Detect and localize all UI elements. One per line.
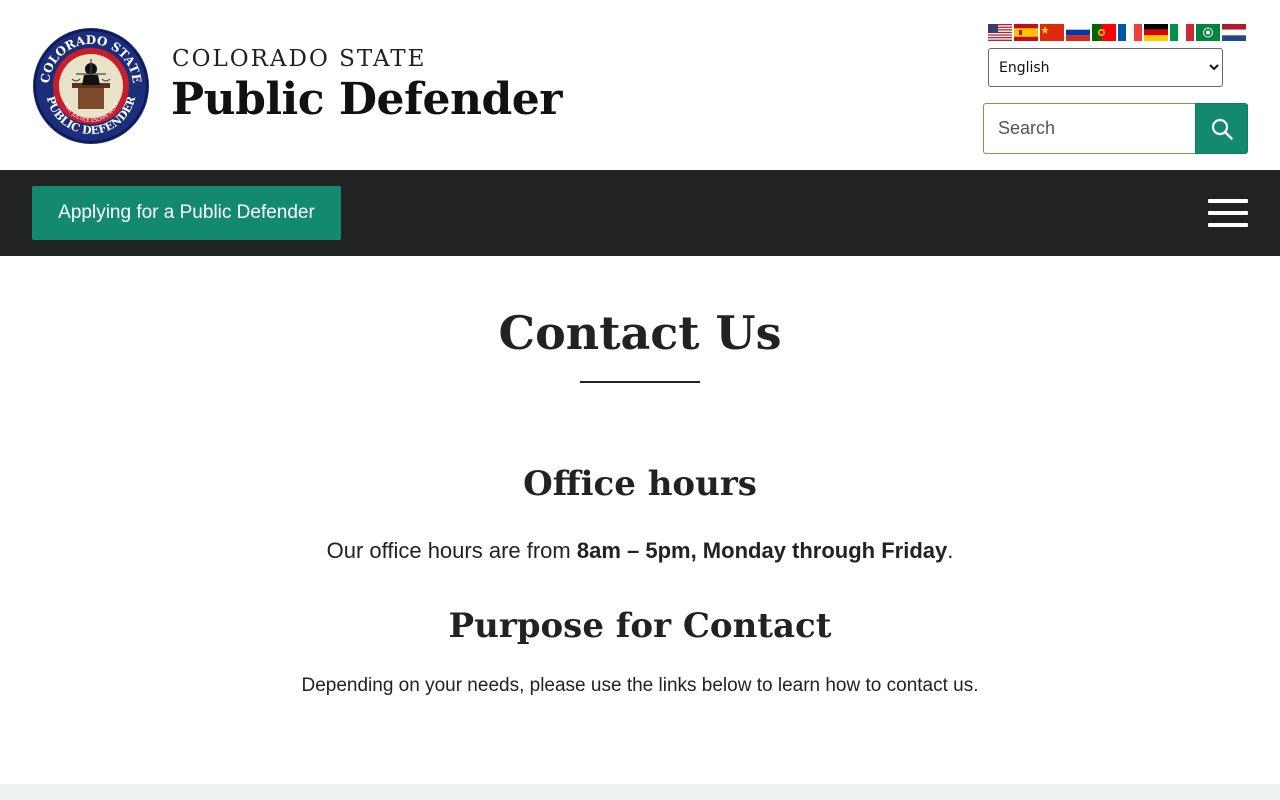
arabic-flag[interactable] xyxy=(1196,24,1220,41)
purpose-text: Depending on your needs, please use the … xyxy=(301,675,979,696)
title-divider xyxy=(580,381,700,383)
office-hours-heading: Office hours xyxy=(523,464,757,504)
italian-flag[interactable] xyxy=(1170,24,1194,41)
search-input[interactable] xyxy=(983,103,1195,154)
brand-title[interactable]: Public Defender xyxy=(171,74,562,125)
page-title: Contact Us xyxy=(498,306,782,360)
applying-for-public-defender-button[interactable]: Applying for a Public Defender xyxy=(32,186,341,240)
brand-subtitle[interactable]: COLORADO STATE xyxy=(172,46,426,72)
office-hours-suffix: . xyxy=(947,538,954,563)
section-background-strip xyxy=(0,784,1280,800)
portuguese-flag[interactable] xyxy=(1092,24,1116,41)
office-hours-text: Our office hours are from 8am – 5pm, Mon… xyxy=(0,538,1280,564)
russian-flag[interactable] xyxy=(1066,24,1090,41)
search-form xyxy=(983,103,1248,154)
search-button[interactable] xyxy=(1195,103,1248,154)
translate-flags xyxy=(988,24,1246,41)
chinese-flag[interactable] xyxy=(1040,24,1064,41)
language-select[interactable]: English xyxy=(988,48,1223,87)
hamburger-menu-icon[interactable] xyxy=(1206,198,1248,228)
english-flag[interactable] xyxy=(988,24,1012,41)
colorado-public-defender-seal-logo[interactable]: COLORADO STATE PUBLIC DEFENDER THAT JUST… xyxy=(32,27,150,145)
office-hours-prefix: Our office hours are from xyxy=(326,538,577,563)
site-header: COLORADO STATE PUBLIC DEFENDER THAT JUST… xyxy=(0,0,1280,170)
french-flag[interactable] xyxy=(1118,24,1142,41)
purpose-heading: Purpose for Contact xyxy=(448,606,832,646)
main-navbar: Applying for a Public Defender xyxy=(0,170,1280,256)
dutch-flag[interactable] xyxy=(1222,24,1246,41)
office-hours-times: 8am – 5pm, Monday through Friday xyxy=(576,538,948,563)
spanish-flag[interactable] xyxy=(1014,24,1038,41)
search-icon xyxy=(1211,118,1233,140)
german-flag[interactable] xyxy=(1144,24,1168,41)
